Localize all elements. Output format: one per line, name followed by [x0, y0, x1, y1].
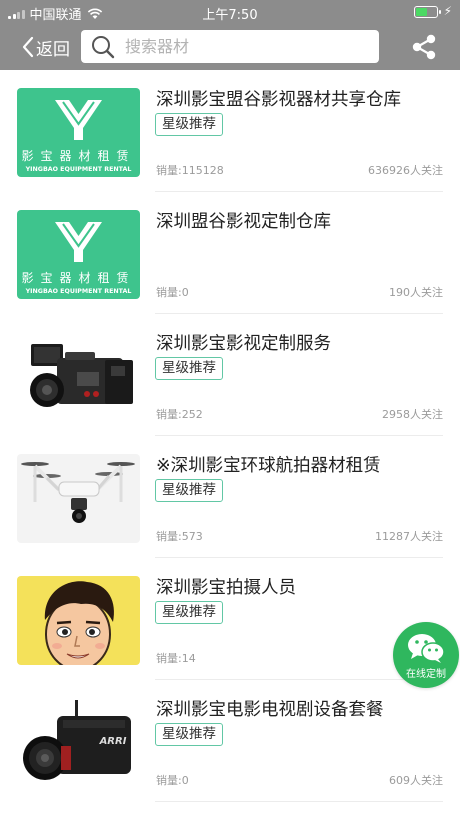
item-title: 深圳影宝影视定制服务: [156, 334, 331, 354]
follower-count: 2958人关注: [382, 408, 443, 421]
cinema-camera-thumbnail: [17, 332, 140, 421]
arri-camera-thumbnail: ARRI: [17, 698, 140, 787]
recommend-badge: 星级推荐: [155, 357, 223, 380]
cinema-camera-icon: [30, 344, 133, 407]
back-label: 返回: [36, 39, 70, 60]
recommend-badge: 星级推荐: [155, 113, 223, 136]
back-button[interactable]: 返回: [22, 32, 70, 62]
list-item[interactable]: 影宝器材租赁 YINGBAO EQUIPMENT RENTAL 深圳盟谷影视定制…: [0, 192, 460, 314]
recommend-badge: 星级推荐: [155, 601, 223, 624]
recommend-badge: 星级推荐: [155, 479, 223, 502]
recommend-badge: 星级推荐: [155, 723, 223, 746]
sales-count: 销量:115128: [156, 164, 224, 177]
cartoon-avatar-thumbnail: [17, 576, 140, 665]
item-title: 深圳影宝拍摄人员: [156, 578, 296, 598]
follower-count: 636926人关注: [368, 164, 443, 177]
chevron-left-icon: [22, 36, 34, 58]
header: 返回: [0, 24, 460, 70]
item-title: 深圳影宝电影电视剧设备套餐: [156, 700, 384, 720]
drone-thumbnail: [17, 454, 140, 543]
search-input[interactable]: [125, 37, 365, 56]
arri-camera-icon: ARRI: [23, 700, 131, 780]
follower-count: 11287人关注: [375, 530, 443, 543]
follower-count: 609人关注: [389, 774, 443, 787]
sales-count: 销量:573: [156, 530, 203, 543]
cartoon-avatar-icon: [44, 581, 114, 665]
sales-count: 销量:0: [156, 286, 189, 299]
logo-text-en: YINGBAO EQUIPMENT RENTAL: [25, 166, 132, 173]
sales-count: 销量:252: [156, 408, 203, 421]
arri-brand-text: ARRI: [99, 736, 127, 747]
status-time: 上午7:50: [202, 8, 258, 23]
share-icon[interactable]: [410, 33, 438, 61]
list-item[interactable]: ARRI 深圳影宝电影电视剧设备套餐 星级推荐 销量:0 609人关注: [0, 680, 460, 802]
logo-text-cn: 影宝器材租赁: [21, 271, 135, 285]
item-title: 深圳盟谷影视定制仓库: [156, 212, 331, 232]
battery-icon: [414, 6, 441, 18]
yingbao-logo: 影宝器材租赁 YINGBAO EQUIPMENT RENTAL: [21, 100, 135, 173]
list-item[interactable]: ※深圳影宝环球航拍器材租赁 星级推荐 销量:573 11287人关注: [0, 436, 460, 558]
logo-text-en: YINGBAO EQUIPMENT RENTAL: [25, 288, 132, 295]
yingbao-logo-thumbnail: 影宝器材租赁 YINGBAO EQUIPMENT RENTAL: [17, 88, 140, 177]
yingbao-logo-thumbnail: 影宝器材租赁 YINGBAO EQUIPMENT RENTAL: [17, 210, 140, 299]
follower-count: 190人关注: [389, 286, 443, 299]
online-custom-button[interactable]: 在线定制: [393, 622, 459, 688]
sales-count: 销量:14: [156, 652, 196, 665]
list-item[interactable]: 影宝器材租赁 YINGBAO EQUIPMENT RENTAL 深圳影宝盟谷影视…: [0, 70, 460, 192]
list-item[interactable]: 深圳影宝影视定制服务 星级推荐 销量:252 2958人关注: [0, 314, 460, 436]
item-title: ※深圳影宝环球航拍器材租赁: [156, 456, 381, 476]
list-item[interactable]: 深圳影宝拍摄人员 星级推荐 销量:14 16: [0, 558, 460, 680]
search-box[interactable]: [81, 30, 379, 63]
yingbao-logo: 影宝器材租赁 YINGBAO EQUIPMENT RENTAL: [21, 222, 135, 295]
logo-text-cn: 影宝器材租赁: [21, 149, 135, 163]
sales-count: 销量:0: [156, 774, 189, 787]
drone-icon: [21, 462, 135, 523]
item-title: 深圳影宝盟谷影视器材共享仓库: [156, 90, 401, 110]
charging-icon: ⚡: [443, 4, 452, 18]
status-bar: 中国联通 上午7:50 ⚡: [0, 0, 460, 24]
online-custom-label: 在线定制: [406, 669, 446, 680]
search-icon: [92, 35, 115, 58]
divider: [155, 801, 443, 802]
wechat-icon: [408, 634, 445, 663]
